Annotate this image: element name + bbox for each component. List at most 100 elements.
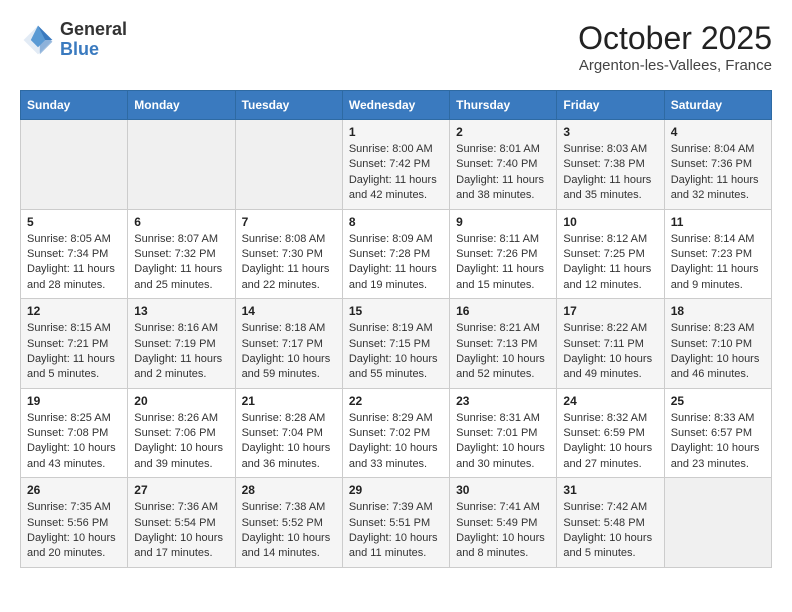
title-block: October 2025 Argenton-les-Vallees, Franc… [578,20,772,74]
calendar-cell: 29 Sunrise: 7:39 AMSunset: 5:51 PMDayligh… [342,478,449,568]
calendar-cell: 4Sunrise: 8:04 AMSunset: 7:36 PMDaylight… [664,120,771,210]
logo-general-text: General [60,20,127,40]
calendar-cell: 11Sunrise: 8:14 AMSunset: 7:23 PMDayligh… [664,209,771,299]
day-of-week-wednesday: Wednesday [342,91,449,120]
calendar-cell: 30 Sunrise: 7:41 AMSunset: 5:49 PMDayligh… [450,478,557,568]
day-info: Sunrise: 7:35 AMSunset: 5:56 PMDaylight:… [27,500,121,562]
day-of-week-tuesday: Tuesday [235,91,342,120]
day-number: 23 [456,394,550,408]
day-number: 15 [349,304,443,318]
calendar-cell: 1 Sunrise: 8:00 AMSunset: 7:42 PMDaylight… [342,120,449,210]
day-number: 19 [27,394,121,408]
calendar-cell [21,120,128,210]
calendar-cell: 18Sunrise: 8:23 AMSunset: 7:10 PMDayligh… [664,299,771,389]
day-info: Sunrise: 8:08 AMSunset: 7:30 PMDaylight:… [242,232,336,294]
calendar-body: 1 Sunrise: 8:00 AMSunset: 7:42 PMDaylight… [21,120,772,568]
calendar-cell: 6Sunrise: 8:07 AMSunset: 7:32 PMDaylight… [128,209,235,299]
day-number: 27 [134,483,228,497]
day-info: Sunrise: 8:07 AMSunset: 7:32 PMDaylight:… [134,232,228,294]
calendar-cell: 17 Sunrise: 8:22 AMSunset: 7:11 PMDayligh… [557,299,664,389]
day-number: 11 [671,215,765,229]
calendar-cell: 31 Sunrise: 7:42 AMSunset: 5:48 PMDayligh… [557,478,664,568]
day-info: Sunrise: 8:31 AMSunset: 7:01 PMDaylight:… [456,411,550,473]
day-of-week-monday: Monday [128,91,235,120]
day-number: 5 [27,215,121,229]
day-number: 13 [134,304,228,318]
calendar-cell: 9Sunrise: 8:11 AMSunset: 7:26 PMDaylight… [450,209,557,299]
day-info: Sunrise: 8:03 AMSunset: 7:38 PMDaylight:… [563,142,657,204]
day-info: Sunrise: 8:33 AMSunset: 6:57 PMDaylight:… [671,411,765,473]
day-info: Sunrise: 8:12 AMSunset: 7:25 PMDaylight:… [563,232,657,294]
day-number: 1 [349,125,443,139]
day-number: 10 [563,215,657,229]
calendar-cell: 7Sunrise: 8:08 AMSunset: 7:30 PMDaylight… [235,209,342,299]
day-info: Sunrise: 8:26 AMSunset: 7:06 PMDaylight:… [134,411,228,473]
calendar-cell: 19 Sunrise: 8:25 AMSunset: 7:08 PMDayligh… [21,388,128,478]
day-info: Sunrise: 8:00 AMSunset: 7:42 PMDaylight:… [349,142,443,204]
day-number: 18 [671,304,765,318]
calendar-cell: 27 Sunrise: 7:36 AMSunset: 5:54 PMDayligh… [128,478,235,568]
logo-icon [20,22,56,58]
calendar-week-2: 5Sunrise: 8:05 AMSunset: 7:34 PMDaylight… [21,209,772,299]
calendar-table: SundayMondayTuesdayWednesdayThursdayFrid… [20,90,772,568]
calendar-week-3: 12 Sunrise: 8:15 AMSunset: 7:21 PMDayligh… [21,299,772,389]
day-number: 28 [242,483,336,497]
calendar-cell: 14Sunrise: 8:18 AMSunset: 7:17 PMDayligh… [235,299,342,389]
day-of-week-sunday: Sunday [21,91,128,120]
calendar-week-5: 26 Sunrise: 7:35 AMSunset: 5:56 PMDayligh… [21,478,772,568]
day-number: 22 [349,394,443,408]
day-of-week-thursday: Thursday [450,91,557,120]
day-info: Sunrise: 7:42 AMSunset: 5:48 PMDaylight:… [563,500,657,562]
calendar-cell: 3Sunrise: 8:03 AMSunset: 7:38 PMDaylight… [557,120,664,210]
calendar-cell: 2 Sunrise: 8:01 AMSunset: 7:40 PMDaylight… [450,120,557,210]
calendar-cell: 20 Sunrise: 8:26 AMSunset: 7:06 PMDayligh… [128,388,235,478]
calendar-cell: 8Sunrise: 8:09 AMSunset: 7:28 PMDaylight… [342,209,449,299]
calendar-cell: 26 Sunrise: 7:35 AMSunset: 5:56 PMDayligh… [21,478,128,568]
calendar-cell: 12 Sunrise: 8:15 AMSunset: 7:21 PMDayligh… [21,299,128,389]
calendar-cell: 24Sunrise: 8:32 AMSunset: 6:59 PMDayligh… [557,388,664,478]
day-info: Sunrise: 7:36 AMSunset: 5:54 PMDaylight:… [134,500,228,562]
calendar-cell [664,478,771,568]
days-of-week-row: SundayMondayTuesdayWednesdayThursdayFrid… [21,91,772,120]
day-info: Sunrise: 8:19 AMSunset: 7:15 PMDaylight:… [349,321,443,383]
day-number: 17 [563,304,657,318]
day-info: Sunrise: 7:38 AMSunset: 5:52 PMDaylight:… [242,500,336,562]
day-number: 24 [563,394,657,408]
day-number: 20 [134,394,228,408]
calendar-cell: 15 Sunrise: 8:19 AMSunset: 7:15 PMDayligh… [342,299,449,389]
day-info: Sunrise: 8:09 AMSunset: 7:28 PMDaylight:… [349,232,443,294]
calendar-cell: 22 Sunrise: 8:29 AMSunset: 7:02 PMDayligh… [342,388,449,478]
day-number: 29 [349,483,443,497]
page-header: General Blue October 2025 Argenton-les-V… [20,20,772,74]
logo: General Blue [20,20,127,60]
day-number: 2 [456,125,550,139]
day-info: Sunrise: 7:39 AMSunset: 5:51 PMDaylight:… [349,500,443,562]
location: Argenton-les-Vallees, France [578,57,772,74]
calendar-cell [235,120,342,210]
day-number: 12 [27,304,121,318]
calendar-cell: 25Sunrise: 8:33 AMSunset: 6:57 PMDayligh… [664,388,771,478]
month-title: October 2025 [578,20,772,57]
day-info: Sunrise: 7:41 AMSunset: 5:49 PMDaylight:… [456,500,550,562]
calendar-cell: 21Sunrise: 8:28 AMSunset: 7:04 PMDayligh… [235,388,342,478]
day-info: Sunrise: 8:01 AMSunset: 7:40 PMDaylight:… [456,142,550,204]
calendar-cell: 13Sunrise: 8:16 AMSunset: 7:19 PMDayligh… [128,299,235,389]
calendar-header: SundayMondayTuesdayWednesdayThursdayFrid… [21,91,772,120]
day-of-week-saturday: Saturday [664,91,771,120]
day-number: 26 [27,483,121,497]
calendar-cell [128,120,235,210]
day-info: Sunrise: 8:15 AMSunset: 7:21 PMDaylight:… [27,321,121,383]
day-number: 16 [456,304,550,318]
day-info: Sunrise: 8:28 AMSunset: 7:04 PMDaylight:… [242,411,336,473]
day-info: Sunrise: 8:29 AMSunset: 7:02 PMDaylight:… [349,411,443,473]
calendar-cell: 5Sunrise: 8:05 AMSunset: 7:34 PMDaylight… [21,209,128,299]
day-info: Sunrise: 8:25 AMSunset: 7:08 PMDaylight:… [27,411,121,473]
calendar-cell: 23 Sunrise: 8:31 AMSunset: 7:01 PMDayligh… [450,388,557,478]
day-info: Sunrise: 8:22 AMSunset: 7:11 PMDaylight:… [563,321,657,383]
day-number: 9 [456,215,550,229]
day-number: 31 [563,483,657,497]
calendar-cell: 10 Sunrise: 8:12 AMSunset: 7:25 PMDayligh… [557,209,664,299]
day-info: Sunrise: 8:18 AMSunset: 7:17 PMDaylight:… [242,321,336,383]
calendar-week-1: 1 Sunrise: 8:00 AMSunset: 7:42 PMDaylight… [21,120,772,210]
day-number: 30 [456,483,550,497]
